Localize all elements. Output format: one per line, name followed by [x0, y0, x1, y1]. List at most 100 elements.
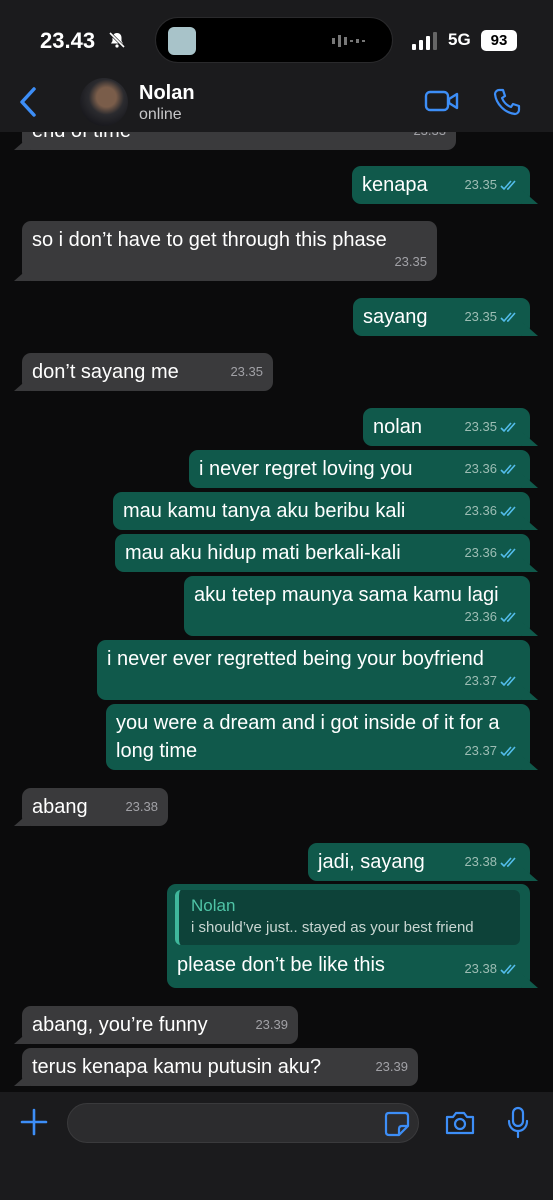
app-thumbnail-icon	[168, 27, 196, 55]
phone-icon[interactable]	[492, 87, 522, 117]
message-text: i never ever regretted being your boyfri…	[107, 648, 484, 670]
contact-name[interactable]: Nolan	[139, 82, 195, 105]
message-meta: 23.36	[464, 455, 520, 483]
network-type: 5G	[448, 30, 471, 49]
message-list[interactable]: end of time 23.33 kenapa 23.35 so i don’…	[0, 132, 553, 1092]
message-text: jadi, sayang	[318, 851, 425, 873]
message-time: 23.38	[464, 961, 497, 976]
message-meta: 23.35	[464, 171, 520, 199]
message-time: 23.36	[464, 609, 497, 624]
composer-bar	[0, 1092, 553, 1200]
signal-icon	[412, 32, 437, 50]
message-text: so i don’t have to get through this phas…	[32, 229, 387, 251]
message-text: terus kenapa kamu putusin aku?	[32, 1056, 322, 1078]
message-time: 23.37	[464, 743, 497, 758]
message-incoming[interactable]: abang, you’re funny 23.39	[22, 1006, 298, 1044]
message-meta: 23.33	[413, 132, 446, 145]
message-meta: 23.38	[464, 848, 520, 876]
battery-icon: 93	[481, 30, 517, 51]
quoted-text: i should’ve just.. stayed as your best f…	[191, 919, 474, 936]
message-meta: 23.38	[464, 955, 520, 983]
message-time: 23.35	[394, 254, 427, 269]
dynamic-island[interactable]	[155, 17, 393, 63]
message-meta: 23.35	[464, 413, 520, 441]
video-camera-icon[interactable]	[424, 89, 460, 113]
message-time: 23.36	[464, 545, 497, 560]
message-incoming[interactable]: terus kenapa kamu putusin aku? 23.39	[22, 1048, 418, 1086]
message-outgoing[interactable]: nolan 23.35	[363, 408, 530, 446]
message-input[interactable]	[67, 1103, 419, 1143]
read-ticks-icon	[500, 312, 516, 323]
message-text: end of time	[32, 132, 131, 142]
quoted-message[interactable]: Nolan i should’ve just.. stayed as your …	[175, 890, 520, 945]
message-outgoing[interactable]: sayang 23.35	[353, 298, 530, 336]
avatar[interactable]	[80, 78, 128, 126]
contact-status: online	[139, 106, 182, 123]
message-text: kenapa	[362, 174, 428, 196]
message-outgoing[interactable]: aku tetep maunya sama kamu lagi 23.36	[184, 576, 530, 636]
plus-icon[interactable]	[18, 1106, 50, 1138]
message-outgoing[interactable]: jadi, sayang 23.38	[308, 843, 530, 881]
camera-icon[interactable]	[444, 1110, 476, 1136]
message-text: mau aku hidup mati berkali-kali	[125, 542, 401, 564]
message-time: 23.39	[375, 1059, 408, 1074]
status-time: 23.43	[40, 28, 96, 53]
read-ticks-icon	[500, 506, 516, 517]
audio-wave-icon	[332, 35, 365, 47]
message-text: sayang	[363, 306, 428, 328]
message-outgoing[interactable]: mau aku hidup mati berkali-kali 23.36	[115, 534, 530, 572]
message-incoming[interactable]: abang 23.38	[22, 788, 168, 826]
message-text: nolan	[373, 416, 422, 438]
message-meta: 23.35	[230, 358, 263, 386]
message-outgoing[interactable]: i never ever regretted being your boyfri…	[97, 640, 530, 700]
message-time: 23.35	[464, 177, 497, 192]
read-ticks-icon	[500, 746, 516, 757]
message-meta: 23.37	[464, 737, 520, 765]
message-text: mau kamu tanya aku beribu kali	[123, 500, 406, 522]
message-time: 23.37	[464, 673, 497, 688]
message-time: 23.36	[464, 461, 497, 476]
status-bar: 23.43 5G 93	[0, 0, 553, 78]
message-text: abang	[32, 796, 88, 818]
message-time: 23.39	[255, 1017, 288, 1032]
message-time: 23.38	[125, 799, 158, 814]
sticker-icon[interactable]	[384, 1111, 410, 1137]
message-text: please don’t be like this	[177, 954, 385, 976]
message-time: 23.33	[413, 132, 446, 145]
read-ticks-icon	[500, 857, 516, 868]
chat-header: Nolan online	[0, 78, 553, 132]
message-incoming[interactable]: don’t sayang me 23.35	[22, 353, 273, 391]
read-ticks-icon	[500, 464, 516, 475]
message-time: 23.35	[230, 364, 263, 379]
message-outgoing[interactable]: i never regret loving you 23.36	[189, 450, 530, 488]
message-outgoing-reply[interactable]: Nolan i should’ve just.. stayed as your …	[167, 884, 530, 988]
message-meta: 23.37	[464, 667, 520, 695]
message-outgoing[interactable]: kenapa 23.35	[352, 166, 530, 204]
read-ticks-icon	[500, 548, 516, 559]
message-meta: 23.39	[375, 1053, 408, 1081]
message-time: 23.35	[464, 309, 497, 324]
read-ticks-icon	[500, 676, 516, 687]
microphone-icon[interactable]	[506, 1106, 530, 1140]
quoted-author: Nolan	[191, 896, 236, 915]
message-text: abang, you’re funny	[32, 1014, 208, 1036]
message-text: you were a dream and i got inside of it …	[116, 712, 500, 762]
bell-muted-icon	[108, 31, 126, 49]
chevron-left-icon[interactable]	[14, 84, 42, 120]
message-outgoing[interactable]: mau kamu tanya aku beribu kali 23.36	[113, 492, 530, 530]
message-time: 23.38	[464, 854, 497, 869]
message-meta: 23.36	[464, 603, 520, 631]
message-meta: 23.36	[464, 539, 520, 567]
message-outgoing[interactable]: you were a dream and i got inside of it …	[106, 704, 530, 770]
message-incoming[interactable]: end of time 23.33	[22, 132, 456, 150]
message-text: i never regret loving you	[199, 458, 413, 480]
message-text: aku tetep maunya sama kamu lagi	[194, 584, 499, 606]
read-ticks-icon	[500, 964, 516, 975]
message-incoming[interactable]: so i don’t have to get through this phas…	[22, 221, 437, 281]
message-meta: 23.35	[464, 303, 520, 331]
message-text: don’t sayang me	[32, 361, 179, 383]
read-ticks-icon	[500, 612, 516, 623]
read-ticks-icon	[500, 422, 516, 433]
message-time: 23.35	[464, 419, 497, 434]
message-meta: 23.39	[255, 1011, 288, 1039]
